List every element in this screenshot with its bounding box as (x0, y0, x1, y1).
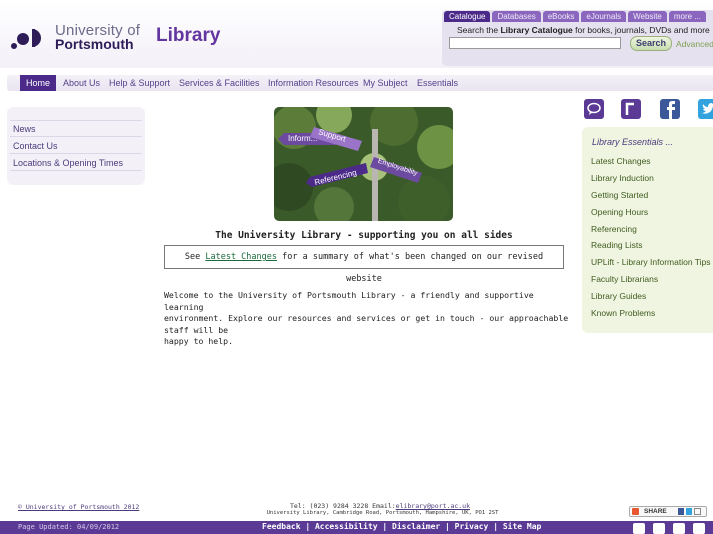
twitter-icon[interactable] (693, 523, 705, 534)
essentials-item[interactable]: Getting Started (591, 190, 648, 200)
twitter-icon (686, 508, 692, 515)
search-label-suffix: for books, journals, DVDs and more (572, 25, 710, 35)
facebook-icon[interactable] (660, 99, 680, 119)
search-tab-ejournals[interactable]: eJournals (581, 11, 627, 22)
footer-links[interactable]: Feedback | Accessibility | Disclaimer | … (262, 522, 541, 531)
nav-item-information-resources[interactable]: Information Resources (268, 75, 359, 91)
search-tab-ebooks[interactable]: eBooks (542, 11, 580, 22)
notice-suffix: for a summary of what's been changed on … (277, 252, 544, 284)
essentials-item[interactable]: UPLift - Library Information Tips (591, 257, 711, 267)
welcome-line: happy to help. (164, 336, 234, 346)
site-title[interactable]: Library (156, 25, 220, 47)
notice-prefix: See (184, 252, 206, 262)
essentials-item[interactable]: Known Problems (591, 308, 655, 318)
email-link[interactable]: elibrary@port.ac.uk (396, 502, 470, 510)
advanced-search-link[interactable]: Advanced (676, 39, 713, 49)
essentials-item[interactable]: Opening Hours (591, 207, 648, 217)
logo-dots-icon (11, 29, 41, 49)
left-menu-divider (10, 120, 142, 121)
essentials-item[interactable]: Library Guides (591, 291, 646, 301)
hero-signpost-image: Inform... Support Employability Referenc… (274, 107, 453, 221)
search-label: Search the Library Catalogue for books, … (457, 25, 710, 35)
essentials-item[interactable]: Latest Changes (591, 156, 651, 166)
email-icon (694, 508, 701, 515)
speech-bubble-icon[interactable] (633, 523, 645, 534)
left-menu-divider (10, 136, 142, 137)
search-label-bold: Library Catalogue (500, 25, 573, 35)
facebook-icon[interactable] (673, 523, 685, 534)
left-menu-item-news[interactable]: News (13, 124, 36, 134)
twitter-icon[interactable] (698, 99, 713, 119)
speech-bubble-icon[interactable] (584, 99, 604, 119)
essentials-item[interactable]: Referencing (591, 224, 637, 234)
facebook-icon (678, 508, 684, 515)
essentials-title: Library Essentials ... (592, 137, 674, 147)
search-button[interactable]: Search (630, 36, 672, 51)
contact-details: Tel: (023) 9284 3228 Email:elibrary@port… (250, 502, 510, 510)
search-tab-catalogue[interactable]: Catalogue (444, 11, 491, 22)
left-menu-divider (10, 153, 142, 154)
nav-item-essentials[interactable]: Essentials (417, 75, 458, 91)
essentials-item[interactable]: Faculty Librarians (591, 274, 658, 284)
sign-label: Inform... (288, 134, 318, 143)
rss-r-icon[interactable] (621, 99, 641, 119)
nav-item-about-us[interactable]: About Us (63, 75, 100, 91)
hero-caption: The University Library - supporting you … (215, 230, 513, 241)
search-input[interactable] (449, 37, 621, 49)
welcome-line: environment. Explore our resources and s… (164, 313, 569, 335)
signpost-illustration (274, 107, 453, 221)
address: University Library, Cambridge Road, Port… (266, 510, 499, 516)
copyright-link[interactable]: © University of Portsmouth 2012 (18, 503, 139, 511)
logo-text-line2: Portsmouth (55, 36, 134, 52)
welcome-text: Welcome to the University of Portsmouth … (164, 290, 569, 348)
page-updated: Page Updated: 04/09/2012 (18, 523, 120, 531)
search-tab-databases[interactable]: Databases (492, 11, 541, 22)
search-tab-more[interactable]: more ... (668, 11, 706, 22)
essentials-item[interactable]: Library Induction (591, 173, 654, 183)
nav-item-help-support[interactable]: Help & Support (109, 75, 170, 91)
share-button[interactable]: SHARE (629, 506, 707, 517)
nav-item-home[interactable]: Home (20, 75, 57, 91)
left-menu-divider (10, 170, 142, 171)
share-label: SHARE (644, 508, 667, 515)
university-logo[interactable]: University of Portsmouth (10, 22, 140, 52)
contact-phone: Tel: (023) 9284 3228 Email: (289, 502, 396, 510)
left-menu-item-contact-us[interactable]: Contact Us (13, 141, 58, 151)
search-tabs: Catalogue Databases eBooks eJournals Web… (444, 11, 706, 22)
nav-item-services-facilities[interactable]: Services & Facilities (179, 75, 260, 91)
nav-item-my-subject[interactable]: My Subject (363, 75, 408, 91)
share-plus-icon (632, 508, 639, 515)
search-label-prefix: Search the (457, 25, 501, 35)
essentials-item[interactable]: Reading Lists (591, 240, 643, 250)
latest-changes-notice: See Latest Changes for a summary of what… (164, 245, 564, 284)
rss-r-icon[interactable] (653, 523, 665, 534)
latest-changes-link[interactable]: Latest Changes (205, 252, 277, 262)
left-menu-item-locations[interactable]: Locations & Opening Times (13, 158, 123, 168)
welcome-line: Welcome to the University of Portsmouth … (164, 290, 534, 312)
search-tab-website[interactable]: Website (628, 11, 667, 22)
